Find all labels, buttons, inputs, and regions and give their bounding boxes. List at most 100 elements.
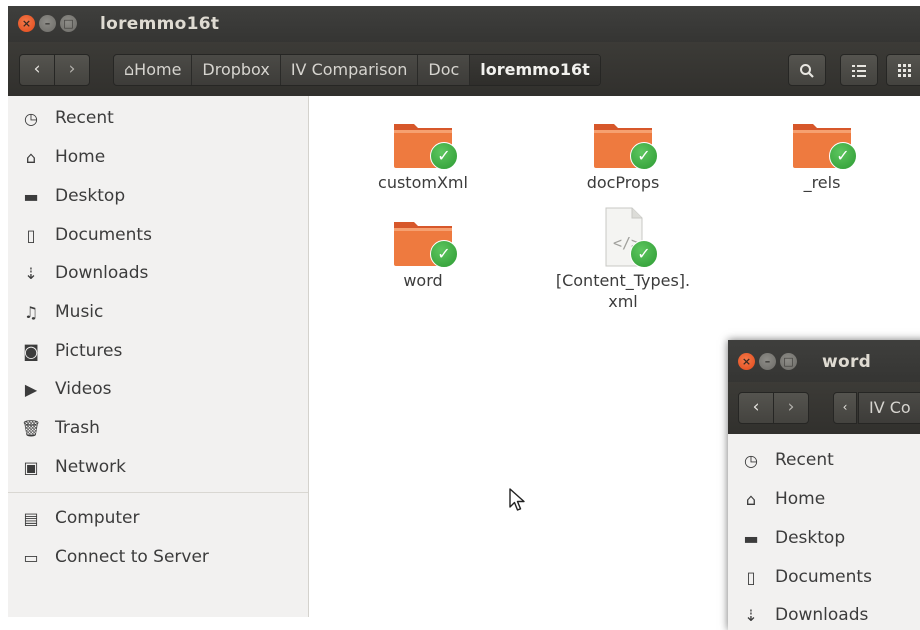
chevron-right-icon: ›: [787, 397, 795, 417]
sync-check-icon: ✓: [630, 240, 658, 268]
breadcrumb-current[interactable]: loremmo16t: [470, 55, 600, 85]
word-folder-window: × – □ word ‹ › ‹ IV Co ◷ Recent ⌂ Home ▬ De…: [728, 340, 920, 630]
breadcrumb-dropbox[interactable]: Dropbox: [192, 55, 281, 85]
sidebar-item-label: Home: [775, 489, 826, 509]
sidebar-item-label: Trash: [55, 418, 100, 438]
minimize-icon: –: [44, 17, 51, 30]
sidebar-item-label: Recent: [55, 108, 114, 128]
folder-item[interactable]: ✓ docProps: [553, 116, 693, 193]
sidebar-item-documents[interactable]: ▯ Documents: [728, 559, 920, 595]
sync-check-icon: ✓: [430, 240, 458, 268]
file-name: docProps: [586, 173, 660, 192]
home-icon: ⌂: [25, 147, 37, 167]
file-item[interactable]: </> ✓ [Content_Types]. xml: [553, 206, 693, 312]
grid-view-button[interactable]: [886, 54, 920, 86]
desktop-icon: ▬: [743, 528, 759, 548]
recent-icon: ◷: [744, 450, 758, 470]
sidebar-item-connect-to-server[interactable]: ▭ Connect to Server: [8, 539, 308, 575]
sidebar-item-music[interactable]: ♫ Music: [8, 294, 308, 330]
sidebar-item-recent[interactable]: ◷ Recent: [728, 442, 920, 478]
sidebar-item-label: Recent: [775, 450, 834, 470]
sidebar-item-home[interactable]: ⌂ Home: [8, 139, 308, 175]
grid-view-icon: [897, 64, 911, 77]
documents-icon: ▯: [26, 225, 36, 245]
search-icon: [800, 63, 814, 78]
music-icon: ♫: [23, 302, 39, 322]
sidebar-item-recent[interactable]: ◷ Recent: [8, 100, 308, 136]
sidebar-item-documents[interactable]: ▯ Documents: [8, 217, 308, 253]
trash-icon: 🗑: [21, 418, 42, 438]
chevron-right-icon: ›: [68, 59, 76, 79]
sync-check-icon: ✓: [430, 142, 458, 170]
sidebar-item-trash[interactable]: 🗑 Trash: [8, 410, 308, 446]
search-button[interactable]: [788, 54, 826, 86]
breadcrumb-iv-comparison[interactable]: IV Comparison: [281, 55, 419, 85]
file-name: _rels: [803, 173, 841, 192]
sidebar-item-label: Desktop: [775, 528, 846, 548]
downloads-icon: ⇣: [24, 263, 38, 283]
file-name-line: [Content_Types].: [555, 271, 691, 290]
forward-button[interactable]: ›: [54, 54, 90, 86]
breadcrumb-iv-comparison[interactable]: IV Co: [858, 392, 920, 424]
sidebar-item-label: Downloads: [775, 605, 869, 625]
breadcrumb: ⌂Home Dropbox IV Comparison Doc loremmo1…: [113, 54, 601, 86]
downloads-icon: ⇣: [744, 605, 758, 625]
sync-check-icon: ✓: [829, 142, 857, 170]
pictures-icon: ◙: [23, 341, 39, 361]
file-name: word: [403, 271, 443, 290]
back-button[interactable]: ‹: [738, 392, 774, 424]
title-bar: × – □ loremmo16t: [8, 6, 920, 42]
sidebar-item-label: Network: [55, 457, 126, 477]
chevron-left-icon: ‹: [842, 400, 848, 414]
documents-icon: ▯: [746, 567, 756, 587]
sidebar-item-computer[interactable]: ▤ Computer: [8, 500, 308, 536]
chevron-left-icon: ‹: [752, 397, 760, 417]
close-icon: ×: [741, 355, 752, 368]
sidebar-item-videos[interactable]: ▶ Videos: [8, 371, 308, 407]
sidebar-item-pictures[interactable]: ◙ Pictures: [8, 333, 308, 369]
maximize-icon: □: [783, 355, 794, 368]
sidebar-item-downloads[interactable]: ⇣ Downloads: [8, 255, 308, 291]
sidebar-item-network[interactable]: ▣ Network: [8, 449, 308, 485]
sidebar: ◷ Recent ⌂ Home ▬ Desktop ▯ Documents ⇣ Downl…: [728, 434, 920, 630]
sidebar-item-label: Documents: [55, 225, 152, 245]
sidebar-item-desktop[interactable]: ▬ Desktop: [728, 520, 920, 556]
sidebar-item-desktop[interactable]: ▬ Desktop: [8, 178, 308, 214]
maximize-window-button[interactable]: □: [60, 15, 77, 32]
sync-check-icon: ✓: [630, 142, 658, 170]
forward-button[interactable]: ›: [773, 392, 809, 424]
network-icon: ▣: [23, 457, 39, 477]
recent-icon: ◷: [24, 108, 38, 128]
breadcrumb-doc[interactable]: Doc: [418, 55, 471, 85]
mouse-cursor-icon: [509, 488, 525, 511]
sidebar-item-label: Pictures: [55, 341, 123, 361]
folder-item[interactable]: ✓ _rels: [752, 116, 892, 193]
sidebar-item-label: Desktop: [55, 186, 126, 206]
back-button[interactable]: ‹: [19, 54, 55, 86]
list-view-button[interactable]: [840, 54, 878, 86]
home-icon: ⌂: [124, 60, 135, 79]
minimize-window-button[interactable]: –: [39, 15, 56, 32]
file-name: [Content_Types]. xml: [553, 270, 693, 312]
videos-icon: ▶: [24, 379, 38, 399]
sidebar-item-label: Downloads: [55, 263, 149, 283]
breadcrumb-home[interactable]: ⌂Home: [114, 55, 193, 85]
close-window-button[interactable]: ×: [18, 15, 35, 32]
chevron-left-icon: ‹: [33, 59, 41, 79]
server-icon: ▭: [23, 547, 39, 567]
folder-item[interactable]: ✓ customXml: [353, 116, 493, 193]
minimize-window-button[interactable]: –: [759, 353, 776, 370]
window-title: loremmo16t: [100, 14, 220, 34]
breadcrumb-scroll-left[interactable]: ‹: [833, 392, 857, 424]
title-bar: × – □ word: [728, 340, 920, 382]
folder-item[interactable]: ✓ word: [353, 214, 493, 291]
sidebar: ◷ Recent ⌂ Home ▬ Desktop ▯ Documents ⇣ Downl…: [8, 96, 309, 617]
sidebar-item-downloads[interactable]: ⇣ Downloads: [728, 597, 920, 630]
close-window-button[interactable]: ×: [738, 353, 755, 370]
sidebar-item-label: Music: [55, 302, 104, 322]
file-name: customXml: [378, 173, 468, 192]
maximize-window-button[interactable]: □: [780, 353, 797, 370]
sidebar-item-home[interactable]: ⌂ Home: [728, 481, 920, 517]
toolbar: ‹ › ⌂Home Dropbox IV Comparison Doc lore…: [8, 42, 920, 97]
maximize-icon: □: [63, 17, 74, 30]
